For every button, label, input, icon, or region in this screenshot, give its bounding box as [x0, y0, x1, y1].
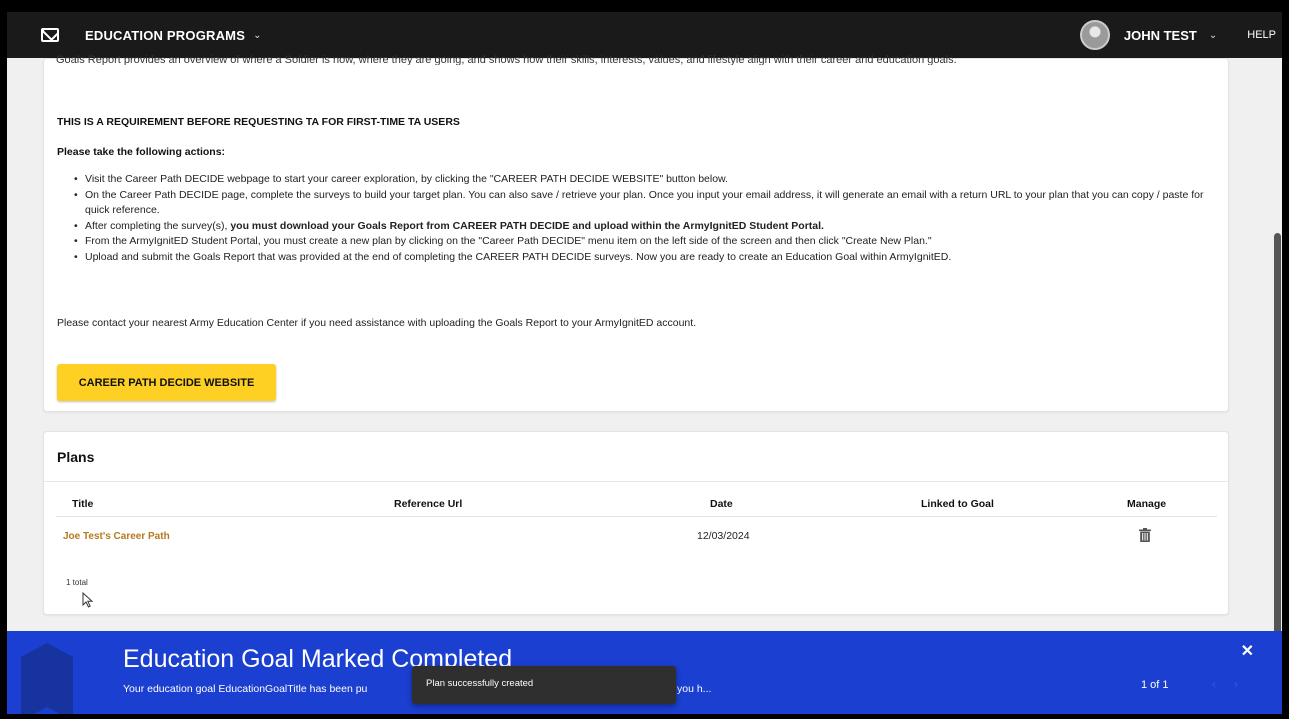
user-menu[interactable]: JOHN TEST [1124, 28, 1197, 43]
career-path-decide-website-button[interactable]: CAREER PATH DECIDE WEBSITE [57, 364, 276, 401]
help-link[interactable]: HELP [1247, 29, 1276, 41]
user-chevron-down-icon[interactable]: ⌄ [1209, 30, 1217, 41]
list-item: After completing the survey(s), you must… [74, 219, 1214, 235]
total-count: 1 total [66, 578, 88, 587]
plans-card: Plans Title Reference Url Date Linked to… [43, 431, 1229, 615]
divider [44, 481, 1228, 482]
notification-pager: 1 of 1 [1141, 679, 1169, 691]
top-navigation-bar: EDUCATION PROGRAMS ⌄ JOHN TEST ⌄ HELP [7, 12, 1282, 58]
toast-notification: Plan successfully created [412, 666, 676, 704]
chevron-down-icon[interactable]: ⌄ [253, 30, 261, 41]
column-header-manage: Manage [1127, 498, 1167, 510]
goals-report-description: Goals Report provides an overview of whe… [56, 55, 957, 65]
notification-message-end: you h... [677, 683, 712, 695]
plan-title-link[interactable]: Joe Test's Career Path [63, 531, 170, 542]
plan-date: 12/03/2024 [697, 530, 750, 542]
app-frame: EDUCATION PROGRAMS ⌄ JOHN TEST ⌄ HELP Go… [0, 0, 1289, 719]
banner-logo-icon [21, 643, 73, 714]
column-header-linked-to-goal[interactable]: Linked to Goal [921, 498, 994, 510]
pager-arrows: ‹› [1212, 677, 1256, 691]
list-item-bold-text: you must download your Goals Report from… [230, 219, 824, 232]
divider [56, 516, 1217, 517]
close-icon[interactable]: ✕ [1241, 641, 1254, 661]
chevron-right-icon[interactable]: › [1234, 677, 1256, 691]
education-programs-menu[interactable]: EDUCATION PROGRAMS [85, 28, 245, 43]
mouse-cursor-icon [82, 592, 94, 608]
list-item: Visit the Career Path DECIDE webpage to … [74, 172, 1214, 188]
career-path-info-card: Goals Report provides an overview of whe… [43, 55, 1229, 412]
list-item: On the Career Path DECIDE page, complete… [74, 188, 1214, 219]
mail-icon[interactable] [41, 28, 59, 42]
notification-message: Your education goal EducationGoalTitle h… [123, 683, 368, 695]
plans-title: Plans [57, 449, 95, 465]
column-header-date[interactable]: Date [710, 498, 733, 510]
list-item-text: After completing the survey(s), [85, 219, 231, 232]
trash-icon[interactable] [1139, 528, 1151, 542]
avatar[interactable] [1079, 20, 1110, 50]
column-header-reference-url[interactable]: Reference Url [394, 498, 462, 510]
chevron-left-icon[interactable]: ‹ [1212, 677, 1234, 691]
contact-note: Please contact your nearest Army Educati… [57, 317, 697, 329]
actions-heading: Please take the following actions: [57, 146, 226, 158]
scrollbar[interactable] [1273, 58, 1282, 714]
instructions-list: Visit the Career Path DECIDE webpage to … [74, 172, 1214, 266]
column-header-title[interactable]: Title [72, 498, 93, 510]
list-item: Upload and submit the Goals Report that … [74, 250, 1214, 266]
requirement-heading: THIS IS A REQUIREMENT BEFORE REQUESTING … [57, 116, 460, 128]
scrollbar-thumb[interactable] [1274, 233, 1281, 643]
list-item: From the ArmyIgnitED Student Portal, you… [74, 234, 1214, 250]
